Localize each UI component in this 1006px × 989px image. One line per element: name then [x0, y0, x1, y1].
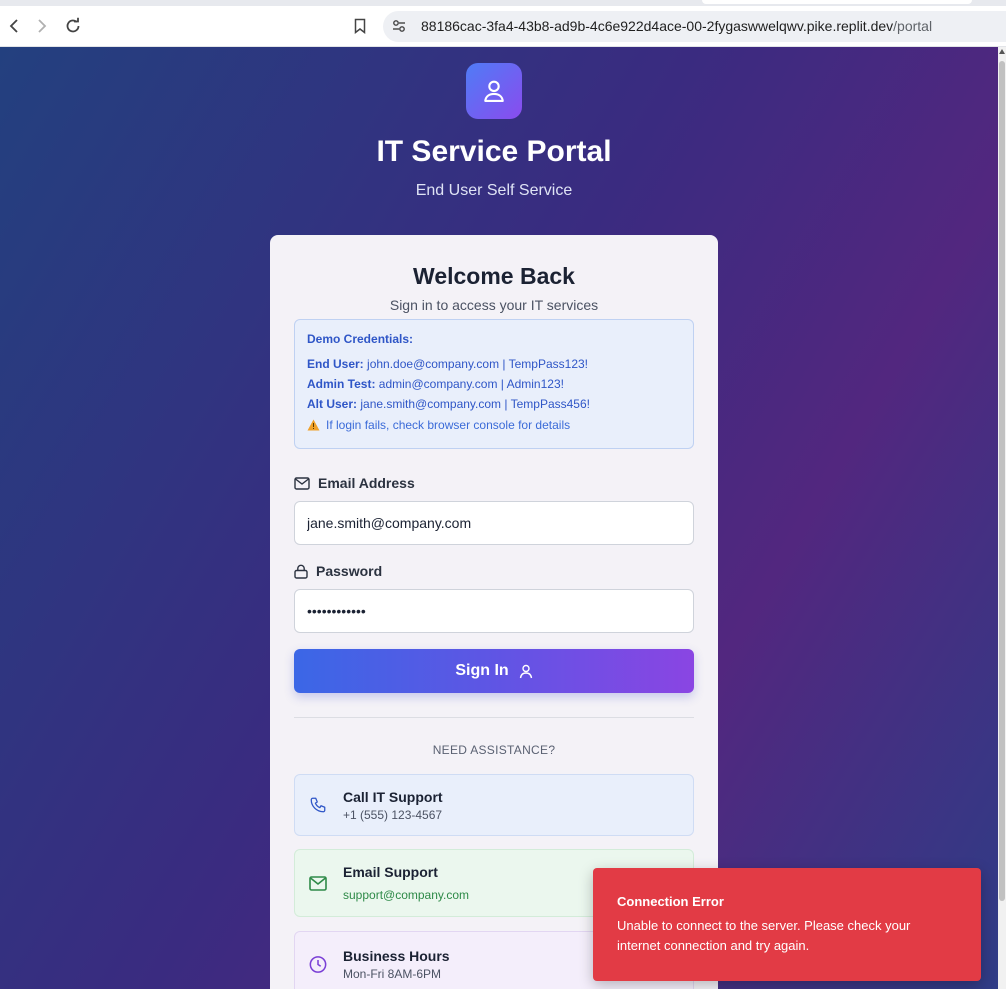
call-support-card[interactable]: Call IT Support +1 (555) 123-4567 [294, 774, 694, 836]
demo-credentials-box: Demo Credentials: End User: john.doe@com… [294, 319, 694, 449]
clock-icon [309, 955, 327, 973]
email-label: Email Address [294, 475, 415, 491]
portal-page: IT Service Portal End User Self Service … [0, 47, 998, 989]
demo-warning: If login fails, check browser console fo… [307, 418, 681, 432]
back-icon[interactable] [2, 14, 26, 38]
portal-logo [466, 63, 522, 119]
demo-line: Alt User: jane.smith@company.com | TempP… [307, 396, 681, 412]
demo-line-value: jane.smith@company.com | TempPass456! [360, 397, 590, 411]
demo-line: End User: john.doe@company.com | TempPas… [307, 356, 681, 372]
demo-line-value: admin@company.com | Admin123! [378, 377, 564, 391]
user-icon [484, 80, 504, 102]
connection-error-toast[interactable]: Connection Error Unable to connect to th… [593, 868, 981, 981]
password-label-text: Password [316, 563, 383, 579]
email-label-text: Email Address [318, 475, 415, 491]
site-settings-icon[interactable] [391, 18, 407, 39]
demo-line-label: End User: [307, 357, 364, 371]
demo-warning-text: If login fails, check browser console fo… [326, 418, 571, 432]
demo-title: Demo Credentials: [307, 332, 414, 346]
mail-icon [294, 476, 310, 490]
password-field[interactable] [294, 589, 694, 633]
url-path: /portal [893, 18, 933, 34]
lock-icon [294, 564, 308, 579]
assistance-heading: NEED ASSISTANCE? [432, 743, 556, 757]
support-detail: Mon-Fri 8AM-6PM [343, 966, 442, 981]
demo-line-label: Alt User: [307, 397, 358, 411]
url-host: 88186cac-3fa4-43b8-ad9b-4c6e922d4ace-00-… [421, 18, 894, 34]
demo-line: Admin Test: admin@company.com | Admin123… [307, 376, 681, 392]
login-heading: Welcome Back [413, 263, 575, 289]
active-tab[interactable] [702, 0, 972, 4]
browser-toolbar: 88186cac-3fa4-43b8-ad9b-4c6e922d4ace-00-… [0, 6, 1006, 47]
portal-subtitle: End User Self Service [415, 182, 573, 199]
support-title: Email Support [343, 864, 438, 880]
bookmark-icon[interactable] [349, 14, 371, 38]
scrollbar-thumb[interactable] [999, 61, 1005, 901]
phone-icon [309, 796, 327, 814]
url-text: 88186cac-3fa4-43b8-ad9b-4c6e922d4ace-00-… [421, 18, 932, 34]
demo-line-value: john.doe@company.com | TempPass123! [367, 357, 589, 371]
demo-line-label: Admin Test: [307, 377, 376, 391]
email-field[interactable] [294, 501, 694, 545]
address-bar[interactable]: 88186cac-3fa4-43b8-ad9b-4c6e922d4ace-00-… [383, 11, 1006, 42]
forward-icon[interactable] [30, 14, 54, 38]
password-label: Password [294, 563, 382, 579]
support-detail: +1 (555) 123-4567 [343, 807, 443, 822]
toast-title: Connection Error [617, 894, 724, 909]
mail-icon [309, 874, 327, 892]
sign-in-label: Sign In [455, 662, 509, 679]
support-detail: support@company.com [343, 888, 470, 902]
portal-title: IT Service Portal [376, 135, 612, 168]
reload-icon[interactable] [61, 14, 85, 38]
scroll-up-icon[interactable] [999, 49, 1005, 54]
support-title: Business Hours [343, 947, 450, 964]
page-scrollbar[interactable] [998, 47, 1006, 989]
divider [294, 717, 694, 718]
warning-icon [307, 419, 320, 431]
support-title: Call IT Support [343, 788, 443, 805]
login-subheading: Sign in to access your IT services [389, 297, 599, 313]
sign-in-button[interactable]: Sign In [294, 649, 694, 693]
user-icon [519, 664, 532, 678]
toast-message: Unable to connect to the server. Please … [617, 918, 911, 953]
